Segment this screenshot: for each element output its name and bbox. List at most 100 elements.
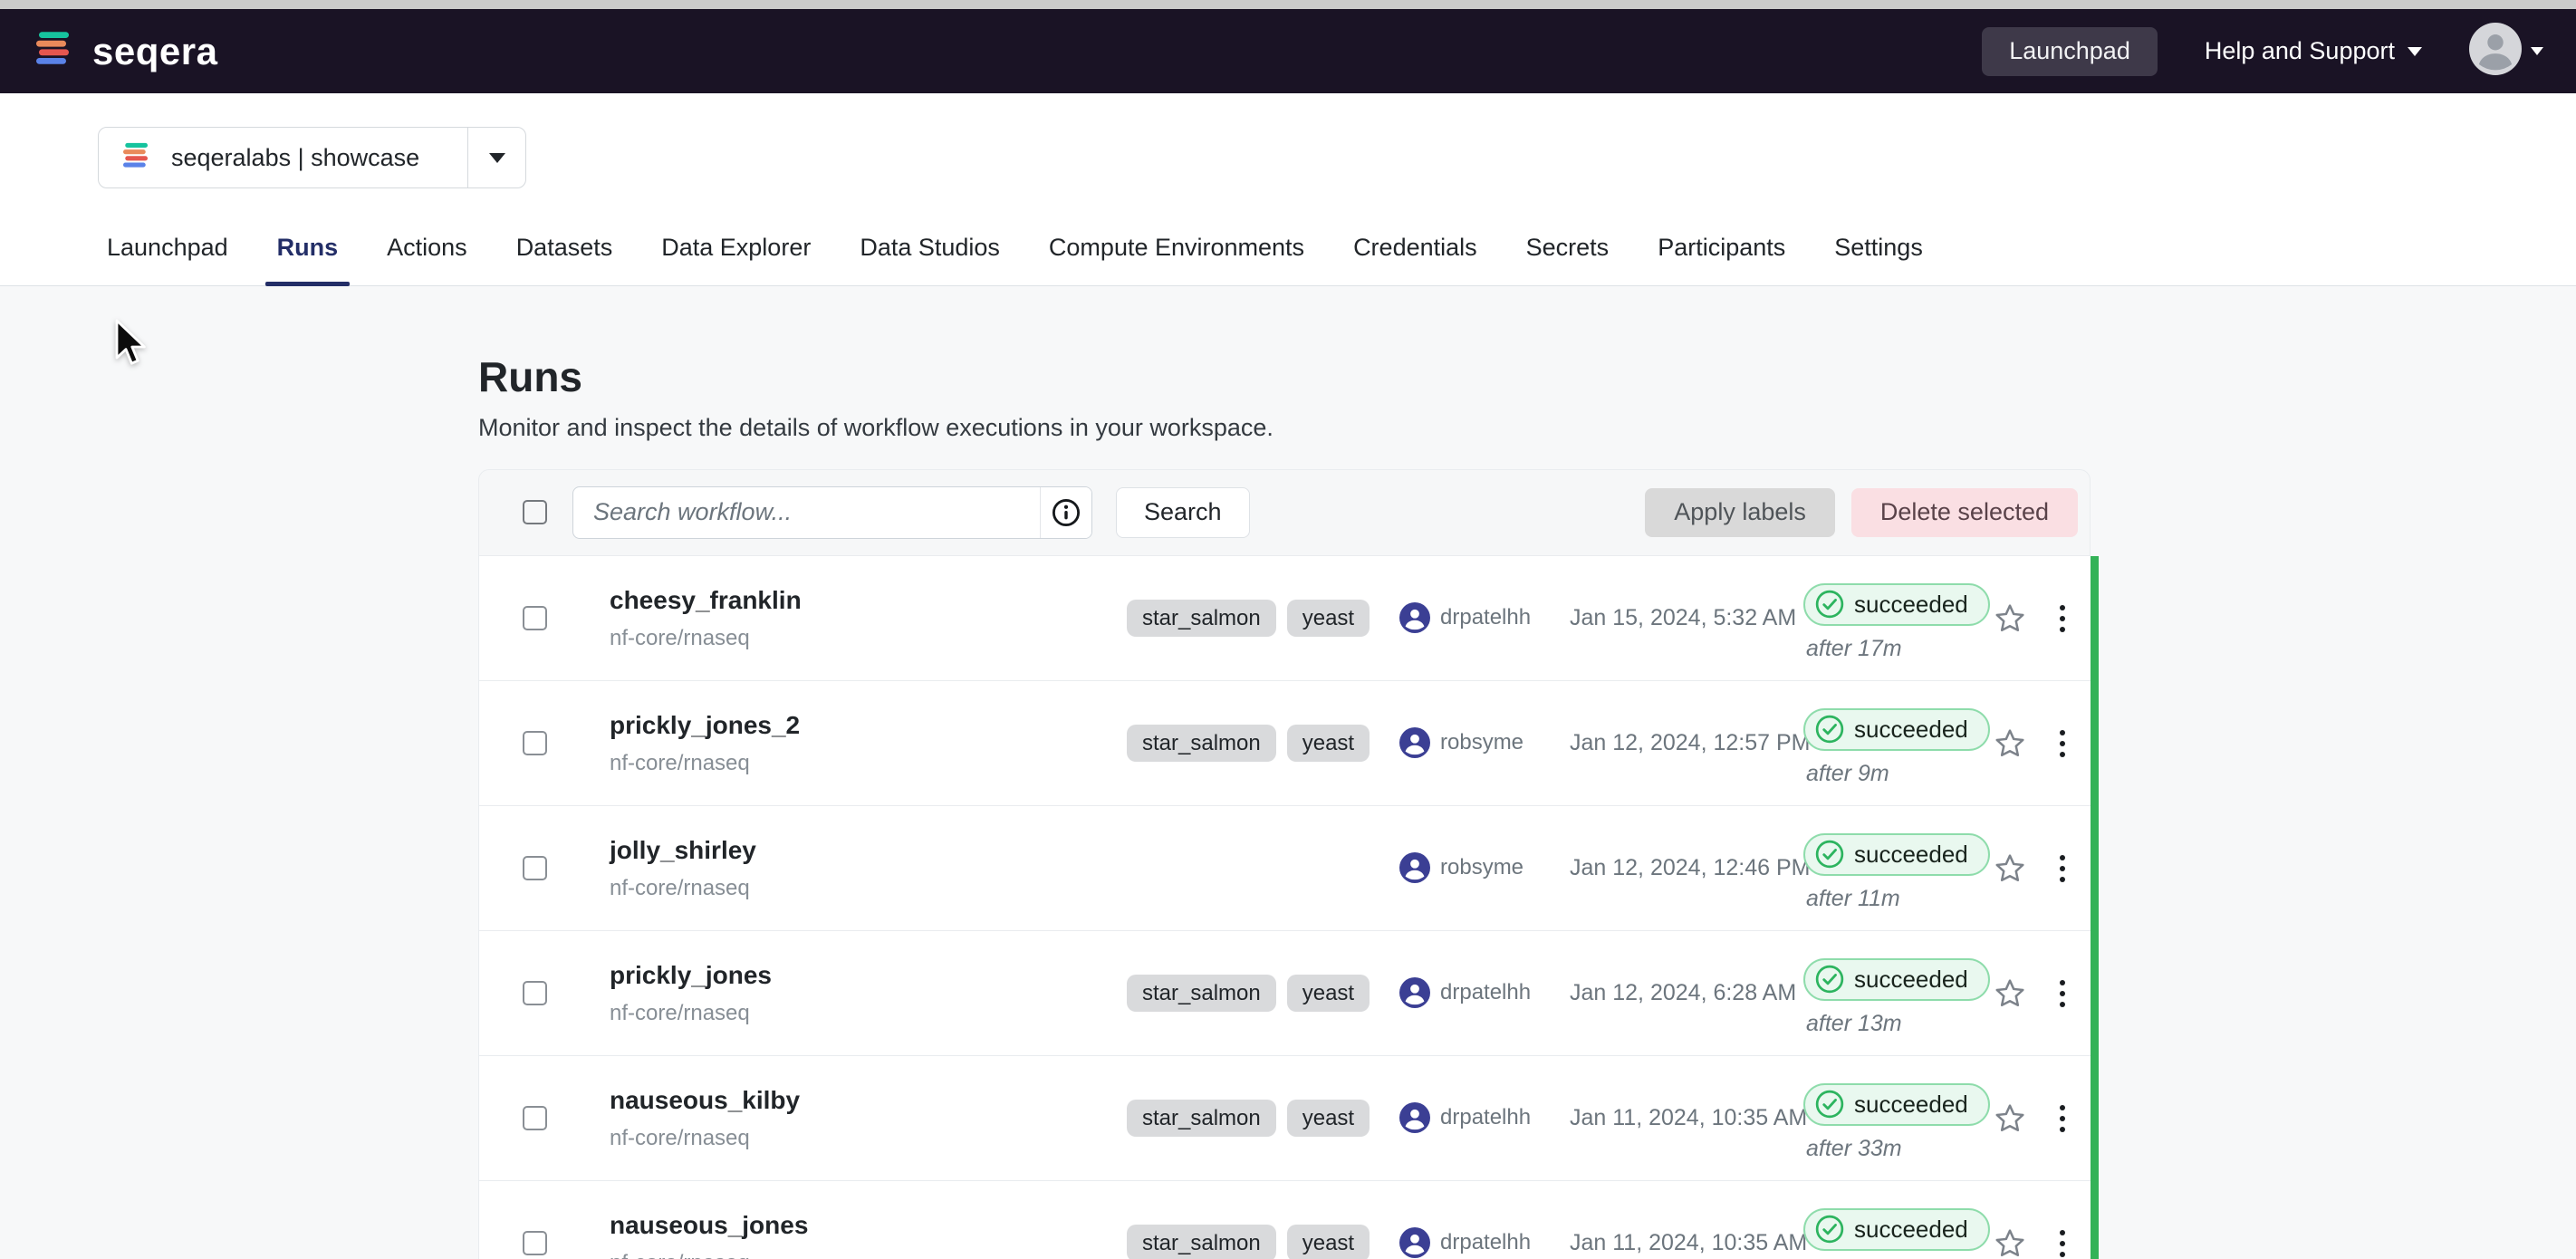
table-row[interactable]: prickly_jones_2 nf-core/rnaseq star_salm… — [478, 681, 2091, 806]
tab-compute-environments[interactable]: Compute Environments — [1024, 234, 1329, 285]
run-user-name: drpatelhh — [1440, 605, 1531, 630]
row-checkbox[interactable] — [523, 981, 547, 1005]
check-circle-icon — [1814, 714, 1845, 745]
search-button[interactable]: Search — [1116, 487, 1250, 538]
help-and-support-menu[interactable]: Help and Support — [2205, 37, 2422, 65]
tab-participants[interactable]: Participants — [1633, 234, 1810, 285]
run-date: Jan 12, 2024, 6:28 AM — [1570, 931, 1796, 1055]
star-button[interactable] — [1992, 1225, 2028, 1259]
label-pill[interactable]: yeast — [1287, 1225, 1370, 1259]
select-all-checkbox[interactable] — [523, 500, 547, 524]
status-badge: succeeded — [1803, 958, 1990, 1001]
workspace-selector-main[interactable]: seqeralabs | showcase — [99, 128, 467, 187]
run-pipeline: nf-core/rnaseq — [610, 626, 750, 651]
workspace-dropdown-toggle[interactable] — [467, 128, 525, 187]
tab-launchpad[interactable]: Launchpad — [82, 234, 253, 285]
row-checkbox[interactable] — [523, 1231, 547, 1255]
row-menu-button[interactable] — [2052, 1228, 2073, 1259]
status-text: succeeded — [1854, 1091, 1968, 1119]
row-menu-button[interactable] — [2052, 978, 2073, 1011]
user-circle-icon — [1399, 1102, 1430, 1133]
star-icon — [1992, 601, 2028, 637]
tab-secrets[interactable]: Secrets — [1502, 234, 1634, 285]
label-pill[interactable]: star_salmon — [1127, 1100, 1276, 1138]
run-user-name: robsyme — [1440, 730, 1523, 755]
launchpad-button[interactable]: Launchpad — [1982, 27, 2158, 76]
run-name[interactable]: cheesy_franklin — [610, 586, 802, 615]
label-pill[interactable]: star_salmon — [1127, 1225, 1276, 1259]
label-pill[interactable]: yeast — [1287, 975, 1370, 1013]
label-pill[interactable]: yeast — [1287, 600, 1370, 638]
label-pill[interactable]: star_salmon — [1127, 975, 1276, 1013]
label-pill[interactable]: yeast — [1287, 725, 1370, 763]
delete-selected-button[interactable]: Delete selected — [1851, 488, 2078, 537]
row-checkbox[interactable] — [523, 606, 547, 630]
row-checkbox[interactable] — [523, 1106, 547, 1130]
run-pipeline: nf-core/rnaseq — [610, 751, 750, 776]
run-labels: star_salmon yeast — [1127, 1100, 1370, 1138]
run-name[interactable]: prickly_jones — [610, 961, 772, 990]
table-row[interactable]: jolly_shirley nf-core/rnaseq robsyme Jan… — [478, 806, 2091, 931]
run-name[interactable]: jolly_shirley — [610, 836, 756, 865]
label-pill[interactable]: yeast — [1287, 1100, 1370, 1138]
workspace-name: seqeralabs | showcase — [171, 144, 419, 172]
star-button[interactable] — [1992, 1100, 2028, 1137]
run-labels: star_salmon yeast — [1127, 600, 1370, 638]
tab-actions[interactable]: Actions — [362, 234, 492, 285]
table-row[interactable]: nauseous_jones nf-core/rnaseq star_salmo… — [478, 1181, 2091, 1259]
tab-credentials[interactable]: Credentials — [1329, 234, 1502, 285]
star-button[interactable] — [1992, 726, 2028, 762]
tab-settings[interactable]: Settings — [1810, 234, 1947, 285]
run-name[interactable]: nauseous_kilby — [610, 1086, 800, 1115]
check-circle-icon — [1814, 589, 1845, 620]
chevron-down-icon — [2531, 47, 2543, 55]
run-date: Jan 15, 2024, 5:32 AM — [1570, 556, 1796, 680]
star-button[interactable] — [1992, 975, 2028, 1012]
run-user: robsyme — [1399, 681, 1523, 805]
help-and-support-label: Help and Support — [2205, 37, 2395, 65]
status-badge: succeeded — [1803, 833, 1990, 876]
run-name[interactable]: prickly_jones_2 — [610, 711, 800, 740]
star-button[interactable] — [1992, 601, 2028, 637]
page-subtitle: Monitor and inspect the details of workf… — [478, 413, 2576, 442]
row-checkbox[interactable] — [523, 731, 547, 755]
user-menu[interactable] — [2469, 23, 2543, 80]
seqera-mini-logo-icon — [120, 139, 153, 177]
tab-runs[interactable]: Runs — [253, 234, 363, 285]
search-info-button[interactable] — [1041, 487, 1091, 538]
status-text: succeeded — [1854, 591, 1968, 619]
tab-datasets[interactable]: Datasets — [492, 234, 638, 285]
status-text: succeeded — [1854, 1216, 1968, 1244]
kebab-icon — [2059, 853, 2066, 886]
run-user-name: drpatelhh — [1440, 980, 1531, 1005]
row-menu-button[interactable] — [2052, 1103, 2073, 1136]
row-menu-button[interactable] — [2052, 728, 2073, 761]
run-pipeline: nf-core/rnaseq — [610, 1251, 750, 1259]
run-user-name: robsyme — [1440, 855, 1523, 880]
tab-data-explorer[interactable]: Data Explorer — [637, 234, 835, 285]
table-row[interactable]: prickly_jones nf-core/rnaseq star_salmon… — [478, 931, 2091, 1056]
label-pill[interactable]: star_salmon — [1127, 600, 1276, 638]
status-text: succeeded — [1854, 716, 1968, 744]
run-date: Jan 11, 2024, 10:35 AM — [1570, 1181, 1807, 1259]
run-duration: after 9m — [1806, 761, 1889, 787]
table-row[interactable]: nauseous_kilby nf-core/rnaseq star_salmo… — [478, 1056, 2091, 1181]
search-input[interactable] — [573, 487, 1040, 538]
run-date: Jan 11, 2024, 10:35 AM — [1570, 1056, 1807, 1180]
star-button[interactable] — [1992, 851, 2028, 887]
workspace-selector[interactable]: seqeralabs | showcase — [98, 127, 526, 188]
apply-labels-button[interactable]: Apply labels — [1645, 488, 1835, 537]
row-menu-button[interactable] — [2052, 853, 2073, 886]
avatar — [2469, 23, 2522, 80]
user-circle-icon — [1399, 727, 1430, 758]
label-pill[interactable]: star_salmon — [1127, 725, 1276, 763]
workspace-tabs: Launchpad Runs Actions Datasets Data Exp… — [0, 234, 2576, 286]
row-checkbox[interactable] — [523, 856, 547, 880]
window-top-strip — [0, 0, 2576, 9]
run-duration: after 17m — [1806, 636, 1902, 662]
table-row[interactable]: cheesy_franklin nf-core/rnaseq star_salm… — [478, 556, 2091, 681]
kebab-icon — [2059, 728, 2066, 761]
row-menu-button[interactable] — [2052, 603, 2073, 636]
tab-data-studios[interactable]: Data Studios — [835, 234, 1024, 285]
run-name[interactable]: nauseous_jones — [610, 1211, 808, 1240]
